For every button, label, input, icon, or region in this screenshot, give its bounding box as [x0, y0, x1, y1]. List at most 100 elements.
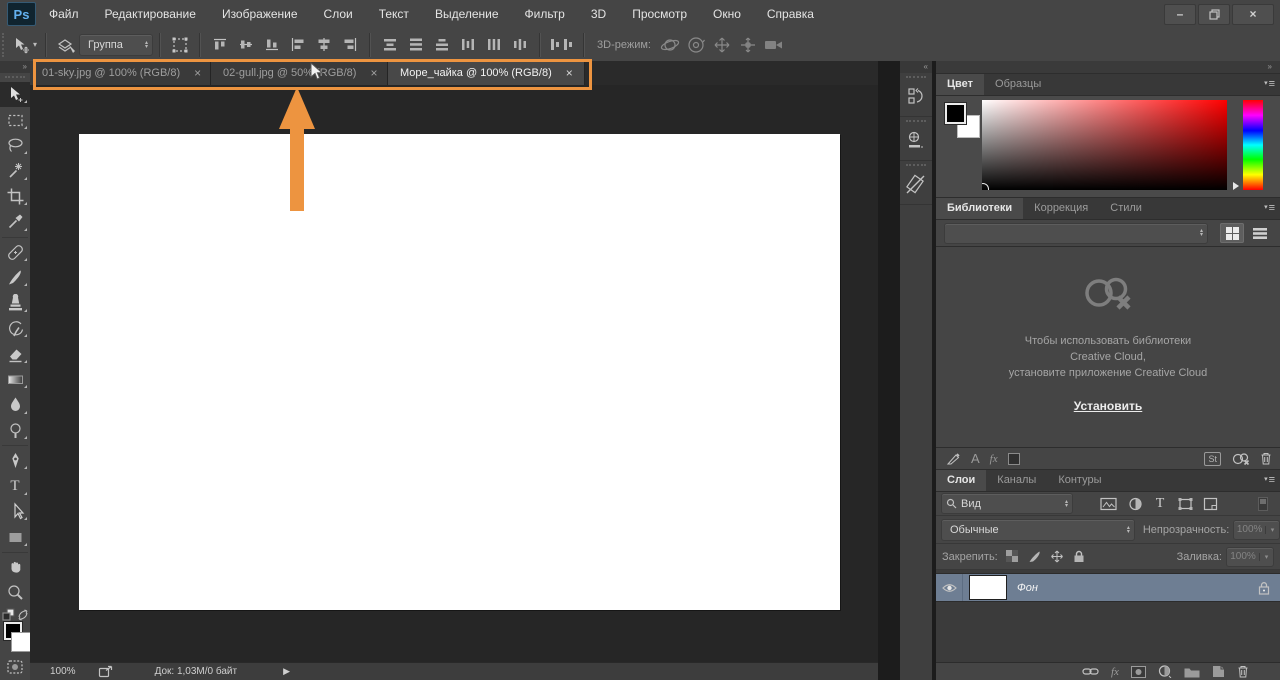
add-layer-style-button[interactable]: fx: [990, 453, 998, 465]
eraser-tool[interactable]: [0, 341, 30, 366]
color-picker-marker[interactable]: [982, 183, 989, 190]
tab-channels[interactable]: Каналы: [986, 470, 1047, 491]
tab-styles[interactable]: Стили: [1099, 198, 1153, 219]
dock-expand-button[interactable]: «: [900, 61, 932, 73]
distribute-spacing-buttons[interactable]: [549, 33, 575, 57]
filter-adjustment-layers-button[interactable]: [1124, 495, 1146, 513]
distribute-top-button[interactable]: [379, 33, 401, 57]
distribute-vcenter-button[interactable]: [405, 33, 427, 57]
close-button[interactable]: ×: [1232, 4, 1274, 25]
menu-type[interactable]: Текст: [366, 0, 422, 28]
menu-help[interactable]: Справка: [754, 0, 827, 28]
layer-name[interactable]: Фон: [1017, 582, 1038, 594]
tab-libraries[interactable]: Библиотеки: [936, 198, 1023, 219]
pen-tool[interactable]: [0, 448, 30, 473]
crop-tool[interactable]: [0, 184, 30, 209]
panel-menu-icon[interactable]: ▾≡: [1264, 473, 1275, 487]
tab-paths[interactable]: Контуры: [1047, 470, 1112, 491]
library-select[interactable]: ▴▾: [944, 223, 1208, 244]
align-hcenter-button[interactable]: [313, 33, 335, 57]
options-grip[interactable]: [2, 33, 9, 57]
lock-transparency-button[interactable]: [1002, 548, 1024, 566]
blur-tool[interactable]: [0, 392, 30, 417]
menu-select[interactable]: Выделение: [422, 0, 512, 28]
filter-smart-objects-button[interactable]: [1199, 495, 1221, 513]
type-tool[interactable]: T: [0, 473, 30, 498]
layer-thumbnail[interactable]: [969, 575, 1007, 600]
magic-wand-tool[interactable]: [0, 158, 30, 183]
auto-select-button[interactable]: [55, 33, 77, 57]
filter-shape-layers-button[interactable]: [1174, 495, 1196, 513]
threed-slide-button[interactable]: [737, 33, 759, 57]
properties-panel-button[interactable]: [900, 117, 932, 161]
panel-menu-icon[interactable]: ▾≡: [1264, 77, 1275, 91]
hue-slider-marker[interactable]: [1233, 182, 1239, 190]
new-layer-button[interactable]: [1212, 665, 1225, 678]
dodge-tool[interactable]: [0, 418, 30, 443]
delete-layer-button[interactable]: [1237, 665, 1249, 678]
adobe-stock-button[interactable]: St: [1204, 452, 1221, 466]
filter-toggle-switch[interactable]: [1252, 495, 1274, 513]
eyedropper-tool[interactable]: [0, 209, 30, 234]
gradient-tool[interactable]: [0, 367, 30, 392]
layer-row-background[interactable]: Фон: [936, 573, 1280, 602]
layer-visibility-cell[interactable]: [936, 574, 963, 601]
share-icon[interactable]: [98, 665, 113, 678]
group-select[interactable]: Группа ▴▾: [79, 34, 153, 56]
move-tool[interactable]: [0, 82, 30, 107]
align-bottom-button[interactable]: [261, 33, 283, 57]
brush-tool[interactable]: [0, 265, 30, 290]
list-view-button[interactable]: [1248, 223, 1272, 243]
threed-orbit-button[interactable]: [659, 33, 681, 57]
libraries-panel-button[interactable]: [900, 161, 932, 205]
add-character-style-button[interactable]: A: [971, 451, 980, 466]
lock-all-button[interactable]: [1068, 548, 1090, 566]
filter-type-layers-button[interactable]: T: [1149, 495, 1171, 513]
align-top-button[interactable]: [209, 33, 231, 57]
menu-layers[interactable]: Слои: [311, 0, 366, 28]
panel-collapse-button[interactable]: »: [936, 61, 1280, 74]
add-mask-button[interactable]: [1131, 666, 1146, 678]
history-brush-tool[interactable]: [0, 316, 30, 341]
filter-type-select[interactable]: Вид ▴▾: [941, 493, 1073, 514]
quick-mask-button[interactable]: [0, 655, 30, 680]
threed-pan-button[interactable]: [711, 33, 733, 57]
menu-view[interactable]: Просмотр: [619, 0, 700, 28]
shape-tool[interactable]: [0, 524, 30, 549]
clone-stamp-tool[interactable]: [0, 290, 30, 315]
opacity-select[interactable]: 100% ▾: [1233, 520, 1280, 540]
distribute-left-button[interactable]: [457, 33, 479, 57]
panel-menu-icon[interactable]: ▾≡: [1264, 201, 1275, 215]
distribute-bottom-button[interactable]: [431, 33, 453, 57]
align-right-button[interactable]: [339, 33, 361, 57]
layer-style-button[interactable]: fx: [1111, 666, 1119, 678]
menu-file[interactable]: Файл: [36, 0, 92, 28]
lock-pixels-button[interactable]: [1024, 548, 1046, 566]
install-link[interactable]: Установить: [1074, 399, 1143, 413]
menu-edit[interactable]: Редактирование: [92, 0, 209, 28]
status-options-icon[interactable]: ▶: [283, 666, 290, 677]
zoom-level[interactable]: 100%: [50, 666, 76, 677]
delete-button[interactable]: [1260, 452, 1272, 465]
move-tool-preset[interactable]: ▾: [11, 33, 37, 57]
blend-mode-select[interactable]: Обычные ▴▾: [941, 519, 1135, 541]
tab-color[interactable]: Цвет: [936, 74, 984, 95]
menu-image[interactable]: Изображение: [209, 0, 311, 28]
add-graphic-button[interactable]: [946, 452, 961, 466]
default-colors-icon[interactable]: [2, 608, 16, 622]
link-layers-button[interactable]: [1082, 667, 1099, 676]
chevron-down-icon[interactable]: ▾: [1259, 553, 1273, 561]
path-select-tool[interactable]: [0, 499, 30, 524]
saturation-brightness-field[interactable]: [982, 100, 1227, 190]
document-size-info[interactable]: Док: 1,03М/0 байт: [155, 666, 238, 677]
hand-tool[interactable]: [0, 555, 30, 580]
align-vcenter-button[interactable]: [235, 33, 257, 57]
distribute-right-button[interactable]: [509, 33, 531, 57]
menu-window[interactable]: Окно: [700, 0, 754, 28]
chevron-down-icon[interactable]: ▾: [1265, 526, 1279, 534]
restore-button[interactable]: [1198, 4, 1230, 25]
threed-camera-button[interactable]: [763, 33, 785, 57]
minimize-button[interactable]: –: [1164, 4, 1196, 25]
threed-roll-button[interactable]: [685, 33, 707, 57]
background-color-swatch[interactable]: [11, 632, 31, 652]
